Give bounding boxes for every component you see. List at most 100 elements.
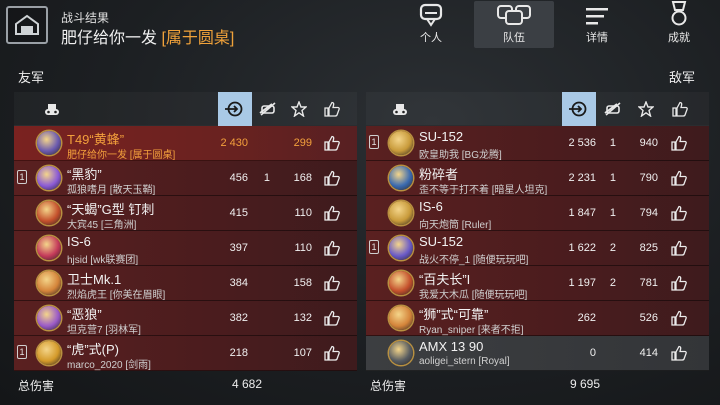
player-name: 战火不停_1 [随便玩玩吧] [419, 255, 529, 266]
tank-icon [389, 166, 413, 190]
sort-by-kills[interactable] [599, 92, 627, 126]
tab-team[interactable]: 队伍 [474, 1, 554, 48]
allies-total-damage: 4 682 [231, 377, 262, 391]
player-name: 孤狼嗜月 [散天玉鞘] [67, 185, 156, 196]
tank-icon [37, 236, 61, 260]
experience-value: 168 [293, 172, 312, 184]
kills-value: 1 [609, 207, 616, 219]
allies-panel: T49“黄蜂” 肥仔给你一发 [属于圆桌] 2 430 299 1 “黑豹” 孤狼嗜月 [散… [14, 92, 357, 371]
like-button[interactable] [324, 205, 340, 221]
like-button[interactable] [324, 240, 340, 256]
player-name: 欧皇助我 [BG龙腾] [419, 150, 502, 161]
damage-value: 384 [229, 277, 248, 289]
medal-icon [671, 1, 687, 26]
experience-value: 940 [639, 137, 658, 149]
tank-icon [389, 201, 413, 225]
damage-value: 1 847 [568, 207, 596, 219]
allies-label: 友军 [18, 70, 45, 85]
player-name: 烈焰虎王 [你美在眉眼] [67, 290, 166, 301]
kills-value: 1 [609, 137, 616, 149]
like-icon [324, 135, 340, 151]
experience-value: 414 [639, 347, 658, 359]
sort-by-likes[interactable] [320, 92, 344, 126]
like-button[interactable] [324, 135, 340, 151]
sort-by-experience[interactable] [287, 92, 311, 126]
kills-value: 2 [609, 277, 616, 289]
sort-by-tank[interactable] [388, 92, 412, 126]
player-row[interactable]: 1 SU-152 战火不停_1 [随便玩玩吧] 1 622 2 825 [366, 231, 709, 266]
like-button[interactable] [324, 275, 340, 291]
sort-by-damage[interactable] [562, 92, 596, 126]
enemies-label: 敌军 [669, 70, 696, 85]
like-button[interactable] [671, 240, 687, 256]
like-icon [671, 205, 687, 221]
tab-personal-label: 个人 [420, 32, 442, 44]
tab-details[interactable]: 详情 [557, 1, 637, 48]
tab-personal[interactable]: 个人 [391, 1, 471, 48]
player-row[interactable]: IS-6 向天炮筒 [Ruler] 1 847 1 794 [366, 196, 709, 231]
player-name: 肥仔给你一发 [61, 30, 158, 47]
like-button[interactable] [671, 275, 687, 291]
like-icon [671, 275, 687, 291]
page-title: 肥仔给你一发 [属于圆桌] [61, 24, 234, 48]
player-name: 向天炮筒 [Ruler] [419, 220, 492, 231]
player-row[interactable]: IS-6 hjsid [wk联赛团] 397 110 [14, 231, 357, 266]
tank-icon [37, 201, 61, 225]
damage-value: 456 [229, 172, 248, 184]
player-name: 肥仔给你一发 [属于圆桌] [67, 150, 176, 161]
player-name: 我爱大木瓜 [随便玩玩吧] [419, 290, 528, 301]
player-row[interactable]: AMX 13 90 aoligei_stern [Royal] 0 414 [366, 336, 709, 371]
like-button[interactable] [324, 310, 340, 326]
sort-by-damage[interactable] [218, 92, 252, 126]
like-icon [324, 170, 340, 186]
like-button[interactable] [671, 135, 687, 151]
tank-icon [389, 236, 413, 260]
hangar-icon [15, 14, 39, 35]
tank-icon [393, 103, 407, 115]
player-row[interactable]: “恶狼” 坦克营7 [羽林军] 382 132 [14, 301, 357, 336]
player-row[interactable]: 粉碎者 歪不等于打不着 [暗星人坦克] 2 231 1 790 [366, 161, 709, 196]
player-name: hjsid [wk联赛团] [67, 255, 139, 266]
like-button[interactable] [671, 205, 687, 221]
player-row[interactable]: “天蝎”G型 钉刺 大宾45 [三角洲] 415 110 [14, 196, 357, 231]
enemies-column-header [366, 92, 709, 126]
like-icon [671, 240, 687, 256]
allies-rows: T49“黄蜂” 肥仔给你一发 [属于圆桌] 2 430 299 1 “黑豹” 孤狼嗜月 [散… [14, 126, 357, 371]
sort-by-tank[interactable] [40, 92, 64, 126]
tank-name: IS-6 [67, 234, 91, 249]
experience-value: 132 [293, 312, 312, 324]
experience-value: 526 [639, 312, 658, 324]
details-icon [586, 8, 608, 25]
damage-value: 2 536 [568, 137, 596, 149]
player-row[interactable]: 1 “虎”式(P) marco_2020 [剑雨] 218 107 [14, 336, 357, 371]
sort-by-likes[interactable] [668, 92, 692, 126]
like-button[interactable] [324, 345, 340, 361]
tank-icon [37, 341, 61, 365]
player-row[interactable]: 卫士Mk.1 烈焰虎王 [你美在眉眼] 384 158 [14, 266, 357, 301]
sort-by-kills[interactable] [254, 92, 282, 126]
player-row[interactable]: “百夫长”I 我爱大木瓜 [随便玩玩吧] 1 197 2 781 [366, 266, 709, 301]
tab-achievements[interactable]: 成就 [639, 1, 719, 48]
like-button[interactable] [671, 345, 687, 361]
player-row[interactable]: 1 SU-152 欧皇助我 [BG龙腾] 2 536 1 940 [366, 126, 709, 161]
like-icon [324, 310, 340, 326]
kills-icon [604, 102, 621, 116]
player-row[interactable]: 1 “黑豹” 孤狼嗜月 [散天玉鞘] 456 1 168 [14, 161, 357, 196]
like-button[interactable] [324, 170, 340, 186]
like-button[interactable] [671, 170, 687, 186]
damage-value: 2 231 [568, 172, 596, 184]
player-name: 大宾45 [三角洲] [67, 220, 137, 231]
experience-value: 299 [293, 137, 312, 149]
tank-icon [37, 166, 61, 190]
tank-icon [389, 341, 413, 365]
player-row[interactable]: “狮”式“可靠” Ryan_sniper [来者不拒] 262 526 [366, 301, 709, 336]
garage-button[interactable] [6, 6, 48, 44]
like-button[interactable] [671, 310, 687, 326]
player-row[interactable]: T49“黄蜂” 肥仔给你一发 [属于圆桌] 2 430 299 [14, 126, 357, 161]
like-icon [671, 310, 687, 326]
enemies-rows: 1 SU-152 欧皇助我 [BG龙腾] 2 536 1 940 粉碎者 歪不等于打不着 [暗… [366, 126, 709, 371]
star-icon [638, 101, 654, 117]
tank-name: IS-6 [419, 199, 443, 214]
sort-by-experience[interactable] [634, 92, 658, 126]
platoon-badge: 1 [17, 345, 27, 359]
